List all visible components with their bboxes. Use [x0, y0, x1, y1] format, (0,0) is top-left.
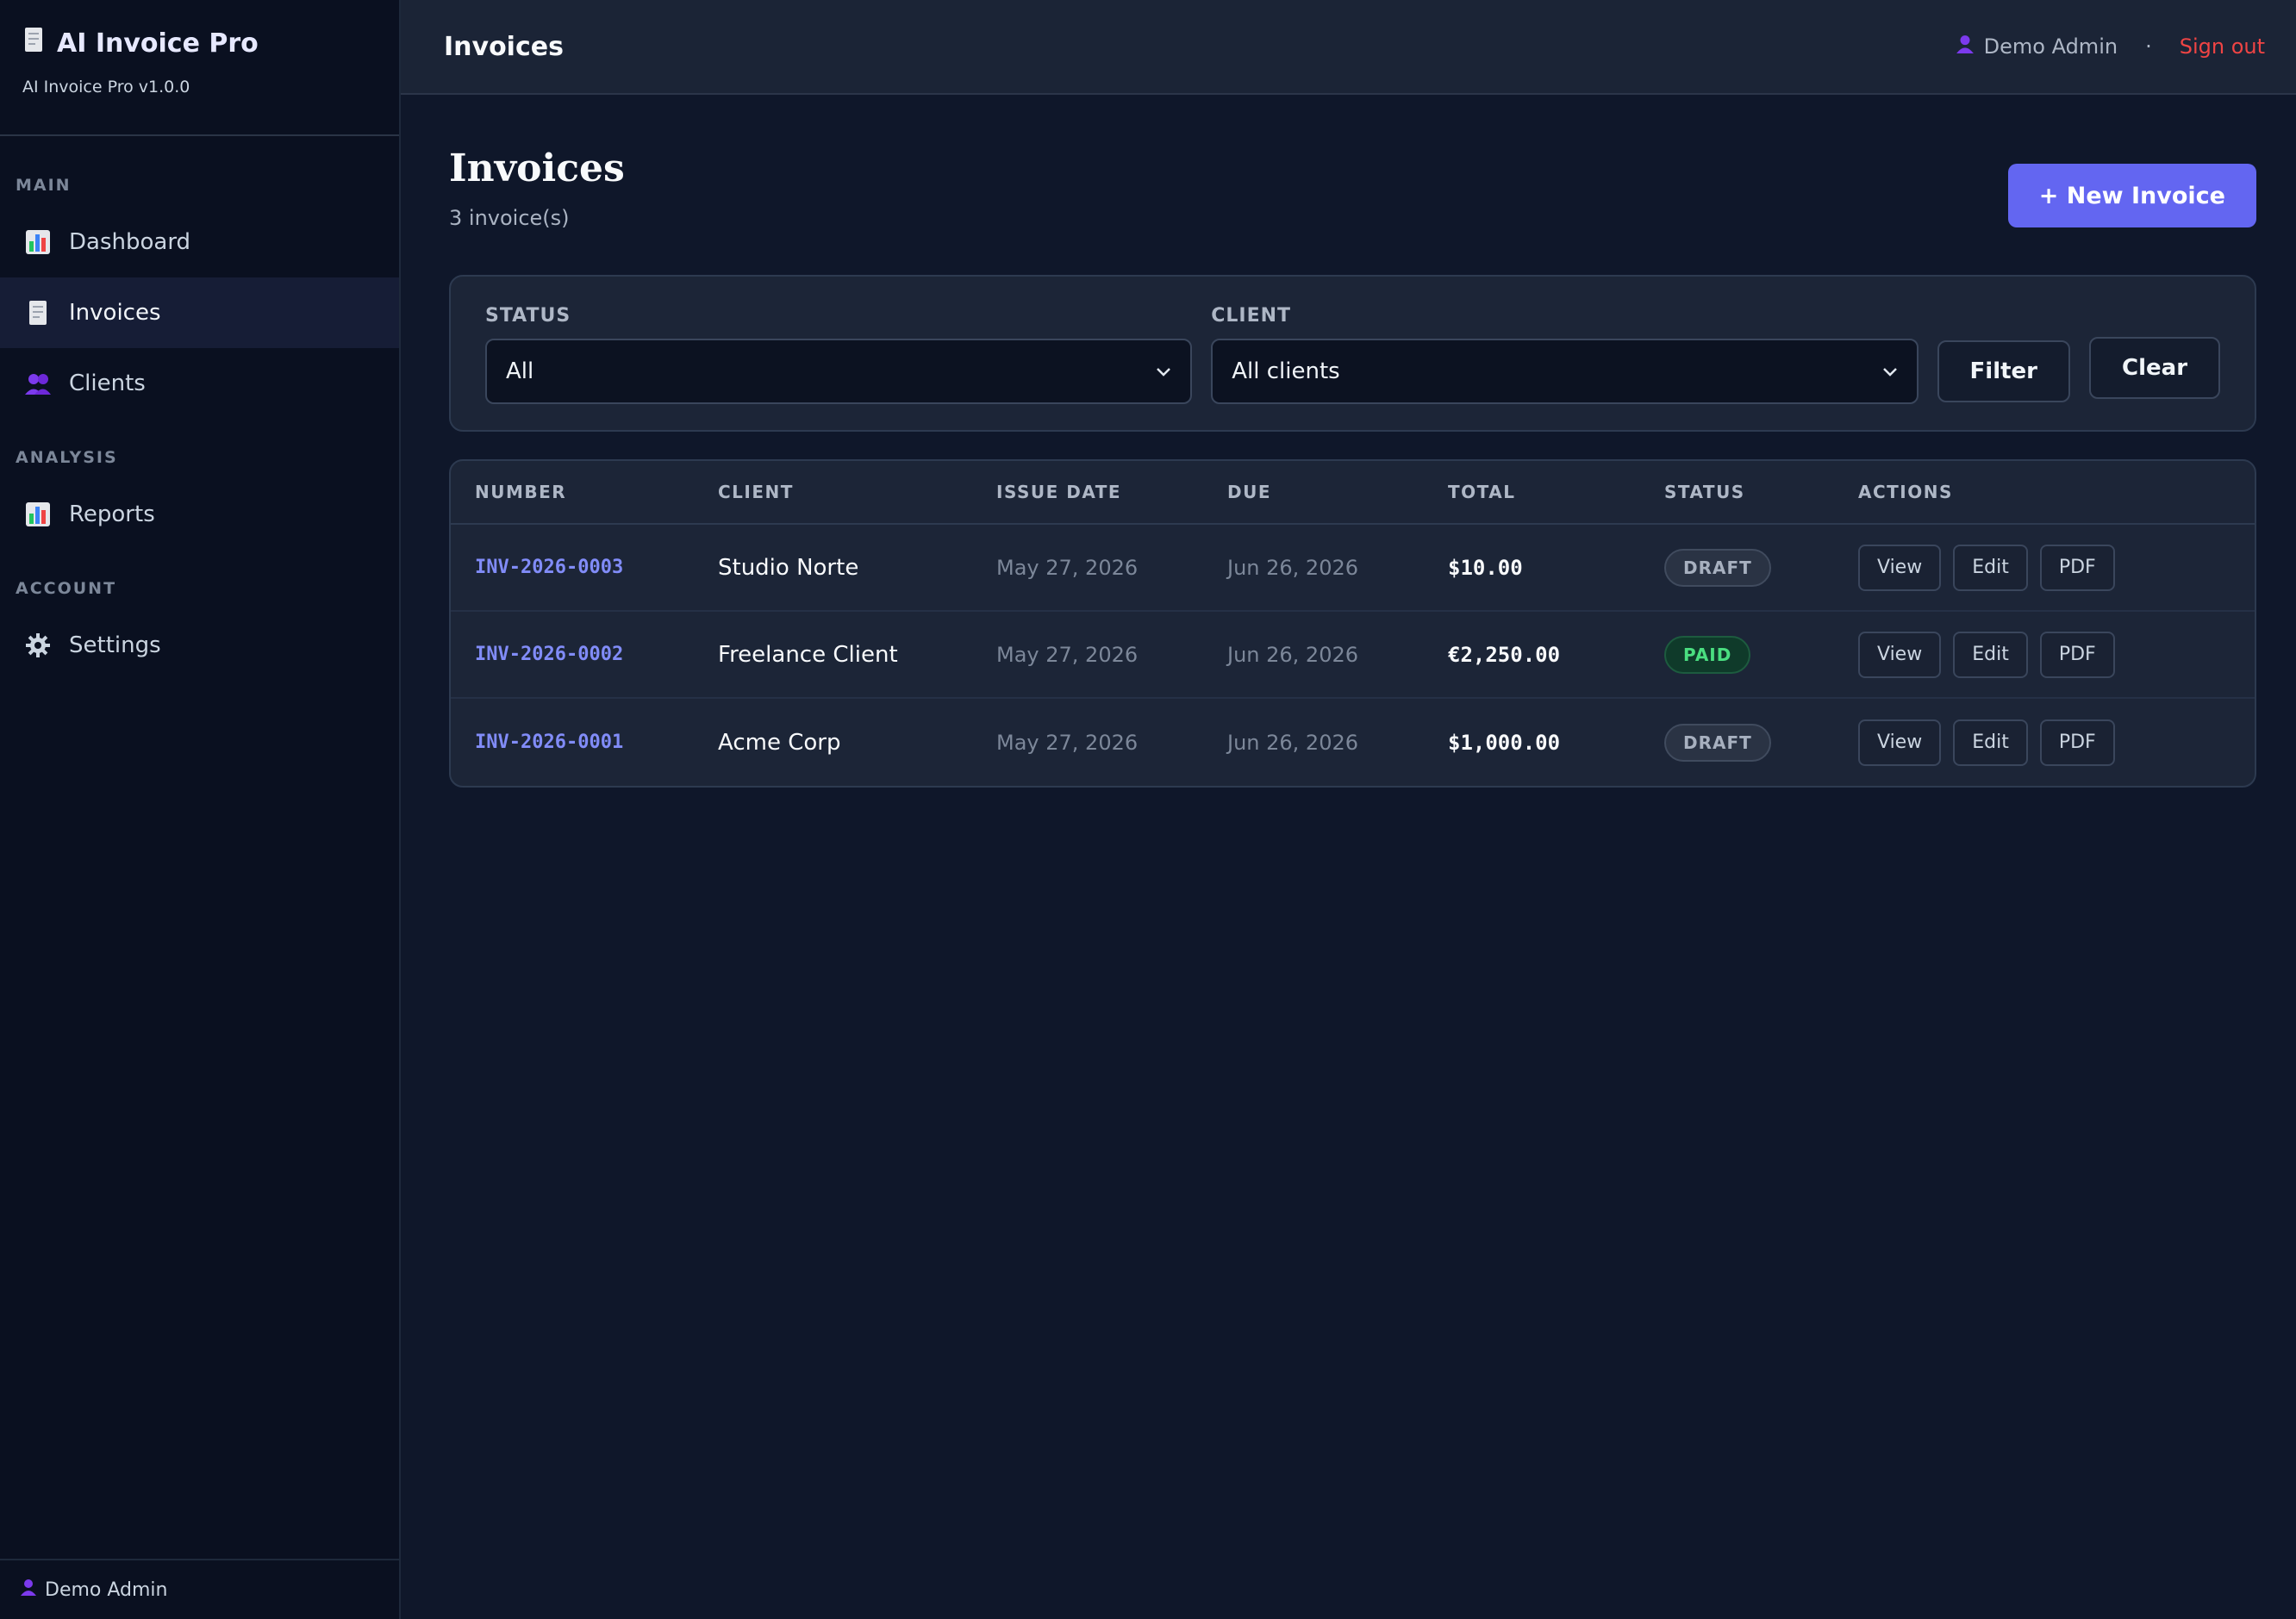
- client-filter-group: CLIENT All clients: [1211, 305, 1919, 404]
- row-actions: View Edit PDF: [1858, 631, 2255, 678]
- table-header: NUMBER CLIENT ISSUE DATE DUE TOTAL STATU…: [451, 461, 2255, 525]
- receipt-icon: [22, 26, 45, 60]
- page-title: Invoices: [449, 146, 625, 190]
- nav-section-analysis: ANALYSIS: [16, 448, 118, 467]
- view-button[interactable]: View: [1858, 544, 1942, 591]
- chevron-down-icon: [1156, 361, 1171, 383]
- sidebar-item-invoices[interactable]: Invoices: [0, 277, 399, 348]
- app-name: AI Invoice Pro: [57, 28, 259, 59]
- filter-panel: STATUS All CLIENT All clients Filter Cle…: [449, 275, 2256, 432]
- topbar-user-area: Demo Admin · Sign out: [1956, 34, 2265, 59]
- bar-chart-icon: [24, 501, 52, 528]
- pdf-button[interactable]: PDF: [2039, 544, 2115, 591]
- gear-icon: [24, 632, 52, 659]
- issue-date: May 27, 2026: [996, 642, 1139, 667]
- issue-date: May 27, 2026: [996, 555, 1139, 580]
- brand: AI Invoice Pro AI Invoice Pro v1.0.0: [0, 0, 399, 136]
- invoice-number-link[interactable]: INV-2026-0001: [475, 732, 623, 753]
- sidebar-item-label: Dashboard: [69, 229, 191, 255]
- sidebar-user-name: Demo Admin: [45, 1579, 168, 1601]
- edit-button[interactable]: Edit: [1953, 631, 2028, 678]
- client-filter-label: CLIENT: [1211, 305, 1292, 327]
- clear-button[interactable]: Clear: [2089, 337, 2221, 399]
- pdf-button[interactable]: PDF: [2039, 719, 2115, 766]
- view-button[interactable]: View: [1858, 631, 1942, 678]
- sidebar-item-label: Invoices: [69, 300, 161, 326]
- chevron-down-icon: [1882, 361, 1898, 383]
- topbar: Invoices Demo Admin · Sign out: [401, 0, 2296, 95]
- sidebar-item-label: Settings: [69, 632, 161, 658]
- sidebar-footer: Demo Admin: [0, 1559, 399, 1619]
- column-header-actions: ACTIONS: [1858, 482, 1953, 502]
- topbar-title: Invoices: [444, 31, 564, 62]
- sidebar: AI Invoice Pro AI Invoice Pro v1.0.0 MAI…: [0, 0, 401, 1619]
- sidebar-item-clients[interactable]: Clients: [0, 348, 399, 419]
- row-actions: View Edit PDF: [1858, 544, 2255, 591]
- client-name: Acme Corp: [718, 729, 841, 756]
- invoice-total: $10.00: [1448, 555, 1523, 580]
- sidebar-item-reports[interactable]: Reports: [0, 479, 399, 550]
- client-name: Studio Norte: [718, 554, 859, 581]
- invoice-total: €2,250.00: [1448, 642, 1561, 667]
- invoice-total: $1,000.00: [1448, 730, 1561, 755]
- content: Invoices 3 invoice(s) + New Invoice STAT…: [401, 95, 2296, 788]
- due-date: Jun 26, 2026: [1227, 730, 1359, 755]
- issue-date: May 27, 2026: [996, 730, 1139, 755]
- status-select-value: All: [506, 358, 534, 384]
- sidebar-item-dashboard[interactable]: Dashboard: [0, 207, 399, 277]
- sidebar-item-settings[interactable]: Settings: [0, 610, 399, 681]
- nav-section-main: MAIN: [16, 176, 72, 195]
- status-badge: DRAFT: [1664, 548, 1771, 587]
- separator: ·: [2145, 34, 2152, 59]
- app: AI Invoice Pro AI Invoice Pro v1.0.0 MAI…: [0, 0, 2296, 1619]
- status-select[interactable]: All: [485, 339, 1193, 404]
- status-filter-group: STATUS All: [485, 305, 1193, 404]
- receipt-icon: [24, 299, 52, 327]
- edit-button[interactable]: Edit: [1953, 544, 2028, 591]
- sign-out-link[interactable]: Sign out: [2180, 34, 2265, 59]
- page-header: Invoices 3 invoice(s) + New Invoice: [449, 146, 2256, 230]
- invoice-number-link[interactable]: INV-2026-0002: [475, 644, 623, 665]
- users-icon: [24, 370, 52, 397]
- status-badge: DRAFT: [1664, 723, 1771, 762]
- bar-chart-icon: [24, 228, 52, 256]
- nav-section-account: ACCOUNT: [16, 579, 117, 598]
- client-select[interactable]: All clients: [1211, 339, 1919, 404]
- column-header-client[interactable]: CLIENT: [718, 482, 996, 502]
- row-actions: View Edit PDF: [1858, 719, 2255, 766]
- column-header-due[interactable]: DUE: [1227, 482, 1448, 502]
- user-icon: [21, 1579, 36, 1601]
- client-select-value: All clients: [1232, 358, 1340, 384]
- main-area: Invoices Demo Admin · Sign out Invoices …: [401, 0, 2296, 1619]
- user-icon: [1956, 34, 1974, 59]
- sidebar-item-label: Reports: [69, 501, 155, 527]
- table-row: INV-2026-0002 Freelance Client May 27, 2…: [451, 612, 2255, 699]
- column-header-status[interactable]: STATUS: [1664, 482, 1858, 502]
- due-date: Jun 26, 2026: [1227, 555, 1359, 580]
- brand-title[interactable]: AI Invoice Pro: [22, 26, 377, 60]
- sidebar-item-label: Clients: [69, 371, 146, 396]
- column-header-number[interactable]: NUMBER: [451, 482, 718, 502]
- topbar-user-name: Demo Admin: [1983, 34, 2118, 59]
- filter-button[interactable]: Filter: [1937, 340, 2071, 402]
- view-button[interactable]: View: [1858, 719, 1942, 766]
- column-header-issue-date[interactable]: ISSUE DATE: [996, 482, 1227, 502]
- client-name: Freelance Client: [718, 641, 898, 668]
- edit-button[interactable]: Edit: [1953, 719, 2028, 766]
- table-row: INV-2026-0003 Studio Norte May 27, 2026 …: [451, 525, 2255, 612]
- column-header-total[interactable]: TOTAL: [1448, 482, 1664, 502]
- app-version: AI Invoice Pro v1.0.0: [22, 78, 190, 97]
- new-invoice-button[interactable]: + New Invoice: [2007, 164, 2256, 227]
- table-row: INV-2026-0001 Acme Corp May 27, 2026 Jun…: [451, 699, 2255, 786]
- status-badge: PAID: [1664, 635, 1751, 674]
- invoice-number-link[interactable]: INV-2026-0003: [475, 557, 623, 578]
- status-filter-label: STATUS: [485, 305, 571, 327]
- invoice-table: NUMBER CLIENT ISSUE DATE DUE TOTAL STATU…: [449, 459, 2256, 788]
- invoice-count: 3 invoice(s): [449, 206, 570, 230]
- due-date: Jun 26, 2026: [1227, 642, 1359, 667]
- pdf-button[interactable]: PDF: [2039, 631, 2115, 678]
